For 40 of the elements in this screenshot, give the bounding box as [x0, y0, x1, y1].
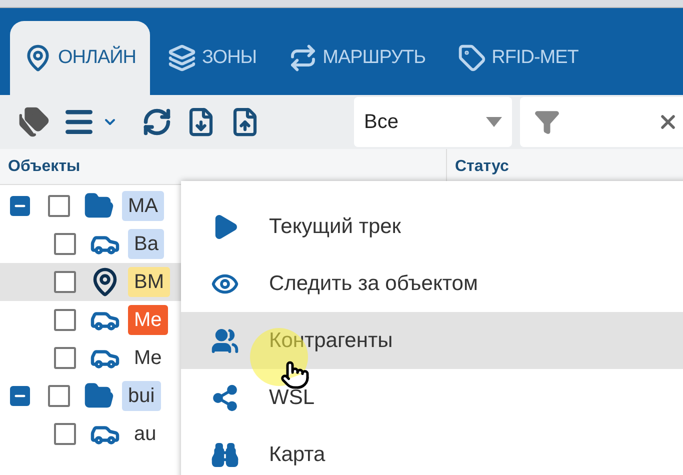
checkbox[interactable] — [54, 423, 76, 445]
filter-icon — [534, 109, 560, 135]
checkbox[interactable] — [54, 309, 76, 331]
column-header[interactable]: Статус — [447, 154, 509, 178]
checkbox[interactable] — [48, 385, 70, 407]
checkbox[interactable] — [48, 195, 70, 217]
object-name: bui — [122, 381, 161, 411]
menu-item[interactable]: Карта — [181, 426, 683, 475]
arrows-icon — [288, 44, 317, 72]
object-name: MA — [122, 191, 164, 221]
checkbox[interactable] — [54, 347, 76, 369]
tag-icon — [458, 44, 486, 72]
users-icon — [211, 326, 239, 354]
checkbox[interactable] — [54, 271, 76, 293]
menu-item[interactable]: Текущий трек — [181, 198, 683, 255]
collapse-icon[interactable] — [10, 386, 30, 406]
nav-tab[interactable]: ЗОНЫ — [154, 21, 271, 95]
binoculars-icon — [211, 440, 239, 468]
share-icon — [211, 384, 239, 412]
collapse-icon[interactable] — [10, 196, 30, 216]
object-name: Me — [128, 305, 168, 335]
menu-item[interactable]: Следить за объектом — [181, 255, 683, 312]
menu-item[interactable]: WSL — [181, 369, 683, 426]
layers-icon — [168, 44, 196, 72]
nav-tab[interactable]: ОНЛАЙН — [10, 21, 150, 95]
location-pin-icon — [24, 44, 52, 72]
nav-tab[interactable]: МАРШРУТЬ — [274, 21, 440, 95]
dropdown-caret-icon — [486, 117, 502, 127]
checkbox[interactable] — [54, 233, 76, 255]
object-name: Me — [133, 346, 163, 371]
object-name: BM — [128, 267, 170, 297]
refresh-icon[interactable] — [142, 107, 172, 137]
object-name: au — [133, 422, 158, 447]
status-dropdown[interactable]: Все — [354, 97, 512, 147]
hand-cursor-icon — [280, 360, 310, 390]
nav-tab[interactable]: RFID-МЕТ — [444, 21, 592, 95]
object-name: Ba — [128, 229, 164, 259]
menu-item[interactable]: Контрагенты — [181, 312, 683, 369]
tags-icon[interactable] — [18, 106, 50, 138]
filter-field[interactable] — [520, 97, 683, 147]
